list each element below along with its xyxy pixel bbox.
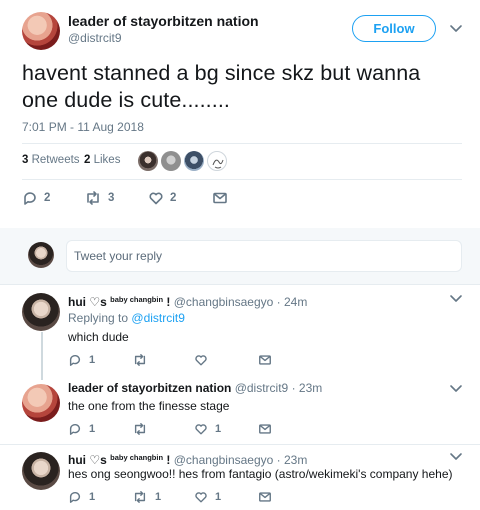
retweet-icon [87,191,99,205]
retweet-action[interactable] [132,353,155,367]
heart-icon [195,492,207,503]
liker-avatar[interactable] [161,151,181,171]
reply-handle[interactable]: @changbinsaegyo [174,295,274,309]
retweets-label: Retweets [31,154,80,166]
likes-label: Likes [93,154,121,166]
chevron-down-icon[interactable] [449,384,463,394]
chevron-down-icon[interactable] [449,24,463,34]
reply-header: hui ♡s baby changbin ! @changbinsaegyo ·… [68,292,307,310]
author-handle[interactable]: @distrcit9 [68,31,122,45]
reply-action[interactable]: 1 [68,490,95,504]
like-action[interactable]: 1 [194,422,221,436]
message-action[interactable] [212,190,228,206]
author-display-name[interactable]: leader of stayorbitzen nation [68,13,259,30]
retweet-action[interactable] [132,422,155,436]
message-icon [259,355,271,365]
divider [0,284,480,285]
sketch-icon [212,159,224,169]
tweet-timestamp[interactable]: 7:01 PM - 11 Aug 2018 [22,120,144,134]
retweet-icon [134,491,146,503]
reply-action[interactable]: 1 [68,353,95,367]
reply-header: hui ♡s baby changbin ! @changbinsaegyo ·… [68,450,307,468]
reply-time[interactable]: · 23m [277,453,308,467]
heart-icon [195,355,207,366]
liker-avatar[interactable] [184,151,204,171]
reply-action[interactable]: 2 [22,190,50,206]
like-action[interactable] [194,353,215,367]
message-icon [213,192,227,204]
replying-to-handle[interactable]: @distrcit9 [131,311,185,325]
reply-display-name[interactable]: hui ♡s baby changbin ! [68,453,170,467]
reply-text: which dude [68,330,129,344]
reply-handle[interactable]: @changbinsaegyo [174,453,274,467]
reply-avatar[interactable] [22,384,60,422]
like-count: 2 [170,192,177,204]
retweet-action[interactable]: 3 [84,190,114,206]
retweets-stat[interactable]: 3 Retweets [22,154,80,166]
reply-display-name[interactable]: hui ♡s baby changbin ! [68,295,170,309]
reply-input[interactable]: Tweet your reply [66,240,462,272]
reply-text: hes ong seongwoo!! hes from fantagio (as… [68,467,453,481]
message-icon [259,492,271,502]
reply-icon [69,355,81,366]
reply-action[interactable]: 1 [68,422,95,436]
reply-time[interactable]: · 24m [277,295,308,309]
liker-avatar[interactable] [138,151,158,171]
divider [22,143,462,144]
reply-handle[interactable]: @distrcit9 [235,381,289,395]
reply-header: leader of stayorbitzen nation @distrcit9… [68,381,322,396]
retweet-action[interactable]: 1 [132,490,161,504]
chevron-down-icon[interactable] [449,452,463,462]
message-action[interactable] [258,422,272,436]
follow-button[interactable]: Follow [352,15,436,42]
replying-to: Replying to @distrcit9 [68,311,185,325]
tweet-text: havent stanned a bg since skz but wanna … [22,61,421,112]
retweet-count: 3 [108,192,115,204]
reply-avatar[interactable] [22,452,60,490]
reply-icon [24,192,36,205]
divider [0,444,480,445]
retweet-icon [134,423,146,435]
liker-avatar[interactable] [207,151,227,171]
chevron-down-icon[interactable] [449,294,463,304]
reply-time[interactable]: · 23m [292,381,323,395]
like-action[interactable]: 1 [194,490,221,504]
reply-avatar[interactable] [22,293,60,331]
divider [22,179,462,180]
likes-stat[interactable]: 2 Likes [84,154,120,166]
reply-count: 2 [44,192,51,204]
message-icon [259,424,271,434]
message-action[interactable] [258,490,272,504]
message-action[interactable] [258,353,272,367]
reply-icon [69,424,81,435]
current-user-avatar [28,242,54,268]
reply-text: the one from the finesse stage [68,399,230,413]
heart-icon [149,192,163,205]
reply-display-name[interactable]: leader of stayorbitzen nation [68,381,231,395]
likes-count: 2 [84,154,91,166]
retweet-icon [134,354,146,366]
reply-icon [69,492,81,503]
author-avatar[interactable] [22,12,60,50]
retweets-count: 3 [22,154,29,166]
like-action[interactable]: 2 [148,190,176,206]
thread-line [41,332,43,380]
heart-icon [195,424,207,435]
